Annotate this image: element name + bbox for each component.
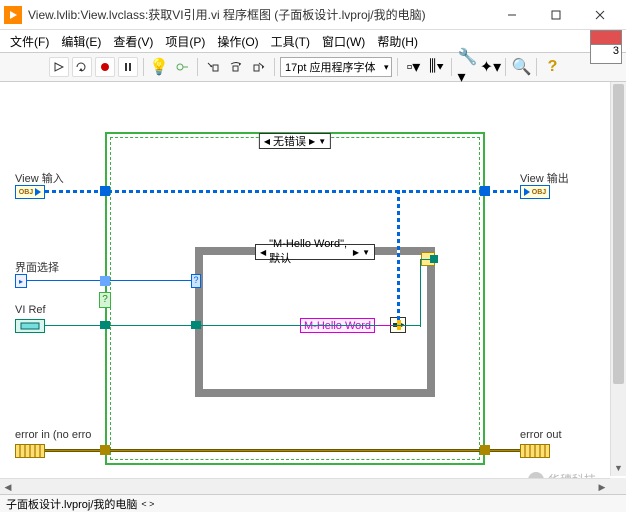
- scroll-corner: [610, 478, 626, 494]
- tunnel-page-sel: [100, 276, 110, 286]
- step-over-button[interactable]: [226, 57, 246, 77]
- wire-error: [45, 449, 520, 452]
- outer-case-selector[interactable]: ◀ 无错误 ▶ ▼: [259, 133, 331, 149]
- menu-operate[interactable]: 操作(O): [211, 31, 264, 52]
- reorder-button[interactable]: 🔧▾: [457, 57, 477, 77]
- menu-edit[interactable]: 编辑(E): [55, 31, 107, 52]
- error-in-terminal[interactable]: [15, 444, 45, 458]
- scroll-left-icon[interactable]: ◀: [0, 479, 16, 494]
- align-button[interactable]: ▫▾: [403, 57, 423, 77]
- run-continuous-button[interactable]: [72, 57, 92, 77]
- wire-page-sel: [27, 280, 197, 281]
- error-out-label: error out: [520, 429, 562, 441]
- menu-view[interactable]: 查看(V): [107, 31, 159, 52]
- case-menu-icon[interactable]: ▼: [318, 137, 326, 146]
- case-next-icon[interactable]: ▶: [353, 248, 359, 257]
- error-out-terminal[interactable]: [520, 444, 550, 458]
- pause-button[interactable]: [118, 57, 138, 77]
- block-diagram-canvas[interactable]: View 输入 OBJ View 输出 OBJ 界面选择 ▸ VI Ref er…: [0, 82, 626, 494]
- wire-view: [45, 190, 520, 193]
- status-path: 子面板设计.lvproj/我的电脑: [6, 496, 137, 512]
- cleanup-button[interactable]: ✦▾: [480, 57, 500, 77]
- run-button[interactable]: [49, 57, 69, 77]
- view-out-label: View 输出: [520, 170, 569, 186]
- outer-case-selector-terminal[interactable]: ?: [99, 292, 111, 308]
- inner-case-selector-terminal[interactable]: ?: [191, 274, 201, 288]
- connector-pane[interactable]: 3: [590, 30, 622, 64]
- tunnel-view-in: [100, 186, 110, 196]
- distribute-button[interactable]: ⫼▾: [426, 57, 446, 77]
- vi-ref-label: VI Ref: [15, 304, 46, 316]
- vi-ref-terminal[interactable]: [15, 319, 45, 333]
- app-icon: [4, 6, 22, 24]
- scroll-right-icon[interactable]: ▶: [594, 479, 610, 494]
- close-button[interactable]: [578, 1, 622, 29]
- menu-help[interactable]: 帮助(H): [371, 31, 424, 52]
- view-in-label: View 输入: [15, 170, 64, 186]
- help-button[interactable]: ?: [542, 57, 562, 77]
- tunnel-viref-inner: [191, 321, 201, 329]
- tunnel-view-out: [480, 186, 490, 196]
- connector-num: 3: [591, 45, 621, 57]
- menu-tools[interactable]: 工具(T): [265, 31, 316, 52]
- tunnel-viref-inner-out: [430, 255, 438, 263]
- toolbar: 💡 17pt 应用程序字体 ▫▾ ⫼▾ 🔧▾ ✦▾ 🔍 ?: [0, 52, 626, 82]
- menu-project[interactable]: 项目(P): [159, 31, 211, 52]
- tunnel-err-out: [480, 445, 490, 455]
- highlight-exec-button[interactable]: 💡: [149, 57, 169, 77]
- horizontal-scrollbar[interactable]: ◀ ▶: [0, 478, 610, 494]
- vertical-scrollbar[interactable]: ▲ ▼: [610, 82, 626, 476]
- menu-window[interactable]: 窗口(W): [316, 31, 371, 52]
- scroll-down-icon[interactable]: ▼: [611, 460, 626, 476]
- step-into-button[interactable]: [203, 57, 223, 77]
- wire-view-v: [397, 190, 400, 320]
- view-in-terminal[interactable]: OBJ: [15, 185, 45, 199]
- menu-file[interactable]: 文件(F): [4, 31, 55, 52]
- view-out-terminal[interactable]: OBJ: [520, 185, 550, 199]
- scroll-thumb-v[interactable]: [613, 84, 624, 384]
- inner-case-selector[interactable]: ◀ "M-Hello Word", 默认 ▶ ▼: [255, 244, 375, 260]
- maximize-button[interactable]: [534, 1, 578, 29]
- minimize-button[interactable]: [490, 1, 534, 29]
- font-select[interactable]: 17pt 应用程序字体: [280, 57, 392, 77]
- tunnel-viref: [100, 321, 110, 329]
- window-title: View.lvlib:View.lvclass:获取VI引用.vi 程序框图 (…: [28, 6, 490, 23]
- step-out-button[interactable]: [249, 57, 269, 77]
- search-button[interactable]: 🔍: [511, 57, 531, 77]
- status-bar: 子面板设计.lvproj/我的电脑 < >: [0, 494, 626, 512]
- wire-viref-v: [420, 259, 421, 327]
- page-sel-label: 界面选择: [15, 259, 59, 275]
- case-next-icon[interactable]: ▶: [309, 137, 315, 146]
- tunnel-err-in: [100, 445, 110, 455]
- menu-bar: 文件(F) 编辑(E) 查看(V) 项目(P) 操作(O) 工具(T) 窗口(W…: [0, 30, 626, 52]
- error-in-label: error in (no erro: [15, 429, 91, 441]
- case-prev-icon[interactable]: ◀: [260, 248, 266, 257]
- retain-wire-button[interactable]: [172, 57, 192, 77]
- page-sel-terminal[interactable]: ▸: [15, 274, 27, 288]
- status-arrows[interactable]: < >: [141, 499, 154, 509]
- abort-button[interactable]: [95, 57, 115, 77]
- wire-string: [378, 325, 392, 326]
- title-bar: View.lvlib:View.lvclass:获取VI引用.vi 程序框图 (…: [0, 0, 626, 30]
- case-menu-icon[interactable]: ▼: [362, 248, 370, 257]
- case-prev-icon[interactable]: ◀: [264, 137, 270, 146]
